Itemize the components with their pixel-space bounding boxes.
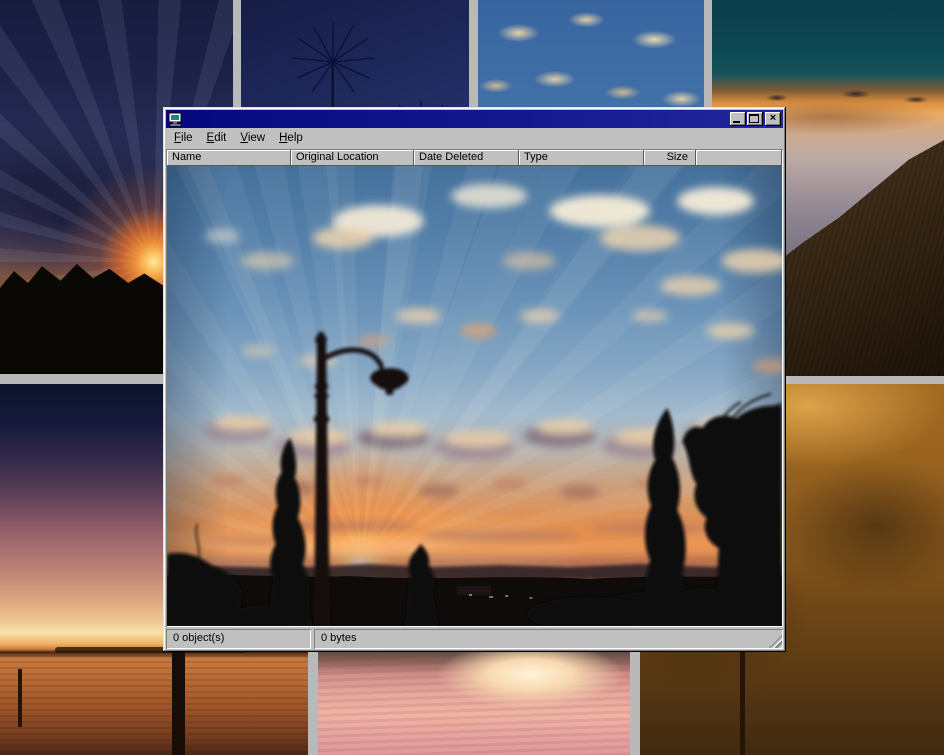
column-header-size[interactable]: Size — [644, 150, 696, 166]
water-pole-silhouette — [172, 639, 185, 755]
computer-icon[interactable] — [168, 112, 184, 127]
status-byte-count: 0 bytes — [314, 629, 783, 649]
minimize-button[interactable] — [730, 112, 746, 126]
sun-rays — [187, 166, 685, 562]
menu-bar: File Edit View Help — [166, 128, 783, 149]
menu-help[interactable]: Help — [272, 130, 310, 147]
column-header-name[interactable]: Name — [167, 150, 291, 166]
menu-view[interactable]: View — [233, 130, 272, 147]
recycle-bin-window: × File Edit View Help Name Original Loca… — [163, 107, 786, 652]
maximize-icon — [749, 114, 759, 123]
sunset-photo-overlay — [167, 166, 782, 626]
file-list-area[interactable] — [167, 166, 782, 626]
close-icon: × — [765, 112, 781, 126]
status-object-count: 0 object(s) — [166, 629, 311, 649]
menu-edit[interactable]: Edit — [200, 130, 234, 147]
status-bar: 0 object(s) 0 bytes — [166, 629, 783, 649]
window-titlebar[interactable]: × — [166, 110, 783, 128]
close-button[interactable]: × — [765, 112, 781, 126]
column-header-row: Name Original Location Date Deleted Type… — [167, 150, 782, 166]
file-list-client-area: Name Original Location Date Deleted Type… — [166, 149, 783, 627]
menu-file[interactable]: File — [167, 130, 200, 147]
maximize-button[interactable] — [747, 112, 763, 126]
column-header-empty[interactable] — [696, 150, 782, 166]
column-header-original-location[interactable]: Original Location — [291, 150, 414, 166]
water-pole-silhouette — [18, 669, 22, 727]
column-header-date-deleted[interactable]: Date Deleted — [414, 150, 519, 166]
minimize-icon — [733, 121, 740, 123]
column-header-type[interactable]: Type — [519, 150, 644, 166]
